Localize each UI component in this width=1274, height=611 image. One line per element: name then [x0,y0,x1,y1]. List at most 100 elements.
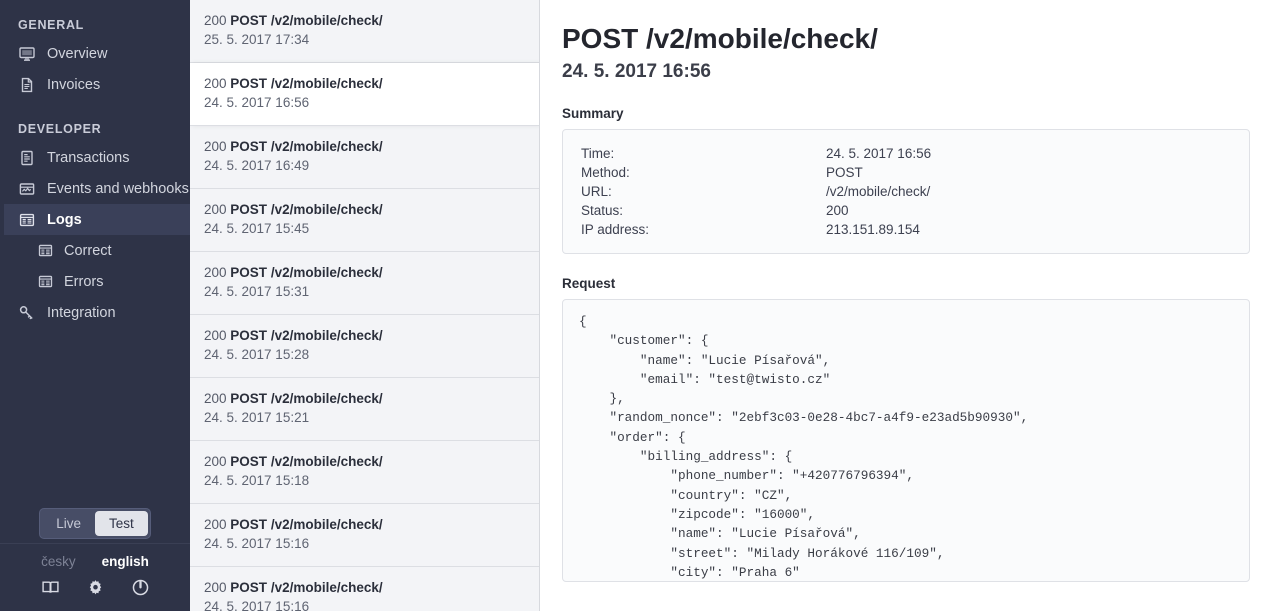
summary-row: URL: /v2/mobile/check/ [581,182,1231,201]
log-item-url: /v2/mobile/check/ [270,454,383,469]
log-item-summary: 200 POST /v2/mobile/check/ [204,74,525,93]
sidebar-item-logs[interactable]: Logs [4,204,190,235]
log-item-url: /v2/mobile/check/ [270,265,383,280]
log-item-method-url: POST /v2/mobile/check/ [230,76,382,91]
summary-value-method: POST [826,165,863,180]
summary-key-status: Status: [581,203,624,218]
log-item-time: 24. 5. 2017 15:28 [204,347,310,362]
mode-toggle[interactable]: Live Test [39,508,151,539]
summary-row: Time: 24. 5. 2017 16:56 [581,144,1231,163]
sidebar-group-title-developer: DEVELOPER [18,122,102,136]
log-item-summary: 200 POST /v2/mobile/check/ [204,389,525,408]
book-icon[interactable] [41,578,60,597]
log-list-item[interactable]: 200 POST /v2/mobile/check/ 24. 5. 2017 1… [190,63,539,126]
gear-icon[interactable] [86,578,105,597]
key-icon [18,304,36,322]
detail-panel: POST /v2/mobile/check/ 24. 5. 2017 16:56… [540,0,1274,611]
log-item-summary: 200 POST /v2/mobile/check/ [204,515,525,534]
log-list-item[interactable]: 200 POST /v2/mobile/check/ 24. 5. 2017 1… [190,126,539,189]
sidebar-item-errors[interactable]: Errors [0,266,190,297]
log-item-summary: 200 POST /v2/mobile/check/ [204,326,525,345]
log-item-status: 200 [204,328,227,343]
sidebar-item-invoices[interactable]: Invoices [0,69,190,100]
sidebar-item-label-transactions: Transactions [47,149,130,166]
summary-value-status: 200 [826,203,849,218]
log-list-item[interactable]: 200 POST /v2/mobile/check/ 25. 5. 2017 1… [190,0,539,63]
log-list-item[interactable]: 200 POST /v2/mobile/check/ 24. 5. 2017 1… [190,252,539,315]
log-item-summary: 200 POST /v2/mobile/check/ [204,11,525,30]
log-item-url: /v2/mobile/check/ [270,328,383,343]
log-item-url: /v2/mobile/check/ [270,139,383,154]
sidebar-item-overview[interactable]: Overview [0,38,190,69]
request-body-card[interactable]: { "customer": { "name": "Lucie Písařová"… [562,299,1250,582]
log-item-method: POST [230,13,268,28]
mode-toggle-test[interactable]: Test [95,511,148,536]
footer-icon-row [0,578,190,597]
log-list-item[interactable]: 200 POST /v2/mobile/check/ 24. 5. 2017 1… [190,567,539,611]
log-item-status: 200 [204,13,227,28]
log-item-time: 24. 5. 2017 16:49 [204,158,310,173]
log-item-method-url: POST /v2/mobile/check/ [230,202,382,217]
summary-value-time: 24. 5. 2017 16:56 [826,146,932,161]
log-item-time: 24. 5. 2017 15:45 [204,221,310,236]
summary-key-time: Time: [581,146,615,161]
sidebar-item-label-integration: Integration [47,304,116,321]
log-list-item[interactable]: 200 POST /v2/mobile/check/ 24. 5. 2017 1… [190,441,539,504]
logs-icon [36,242,54,260]
log-item-method-url: POST /v2/mobile/check/ [230,454,382,469]
log-item-method: POST [230,454,268,469]
log-item-url: /v2/mobile/check/ [270,76,383,91]
log-item-method: POST [230,76,268,91]
log-item-method: POST [230,328,268,343]
power-icon[interactable] [131,578,150,597]
summary-value-ip-address: 213.151.89.154 [826,222,920,237]
log-list-item[interactable]: 200 POST /v2/mobile/check/ 24. 5. 2017 1… [190,378,539,441]
sidebar-item-correct[interactable]: Correct [0,235,190,266]
summary-section-label: Summary [562,106,624,121]
sidebar-item-label-invoices: Invoices [47,76,101,93]
sidebar-item-label-logs: Logs [47,211,82,228]
mode-toggle-live[interactable]: Live [42,511,95,536]
language-cesky[interactable]: česky [41,554,76,569]
log-item-method: POST [230,265,268,280]
log-item-url: /v2/mobile/check/ [270,202,383,217]
log-list-item[interactable]: 200 POST /v2/mobile/check/ 24. 5. 2017 1… [190,315,539,378]
log-item-status: 200 [204,580,227,595]
sidebar-group-title-general: GENERAL [18,18,85,32]
log-item-method-url: POST /v2/mobile/check/ [230,139,382,154]
request-body-code: { "customer": { "name": "Lucie Písařová"… [579,314,1029,580]
log-item-time: 24. 5. 2017 15:16 [204,536,310,551]
sidebar-item-integration[interactable]: Integration [0,297,190,328]
log-list-item[interactable]: 200 POST /v2/mobile/check/ 24. 5. 2017 1… [190,504,539,567]
sidebar-item-events-and-webhooks[interactable]: Events and webhooks [0,173,190,204]
log-item-time: 24. 5. 2017 15:31 [204,284,310,299]
sidebar: GENERAL Overview Invoices DEVELOPER Tran… [0,0,190,611]
log-item-status: 200 [204,517,227,532]
sidebar-group-developer: DEVELOPER Transactions Events and webhoo… [0,122,190,328]
request-section-label: Request [562,276,616,291]
language-english[interactable]: english [102,554,149,569]
sidebar-item-label-overview: Overview [47,45,108,62]
page-title: POST /v2/mobile/check/ [562,23,878,54]
sidebar-item-transactions[interactable]: Transactions [0,142,190,173]
log-item-method: POST [230,391,268,406]
summary-key-ip-address: IP address: [581,222,650,237]
page-subtitle: 24. 5. 2017 16:56 [562,61,711,82]
log-item-time: 24. 5. 2017 15:16 [204,599,310,611]
log-item-method: POST [230,139,268,154]
log-list[interactable]: 200 POST /v2/mobile/check/ 25. 5. 2017 1… [190,0,540,611]
log-item-method: POST [230,202,268,217]
log-item-method-url: POST /v2/mobile/check/ [230,13,382,28]
log-item-method-url: POST /v2/mobile/check/ [230,265,382,280]
log-item-summary: 200 POST /v2/mobile/check/ [204,200,525,219]
log-item-status: 200 [204,265,227,280]
list-icon [18,149,36,167]
log-item-time: 24. 5. 2017 15:21 [204,410,310,425]
log-list-item[interactable]: 200 POST /v2/mobile/check/ 24. 5. 2017 1… [190,189,539,252]
summary-value-url: /v2/mobile/check/ [826,184,931,199]
log-item-status: 200 [204,202,227,217]
log-item-status: 200 [204,139,227,154]
language-switcher: česky english [0,554,190,578]
